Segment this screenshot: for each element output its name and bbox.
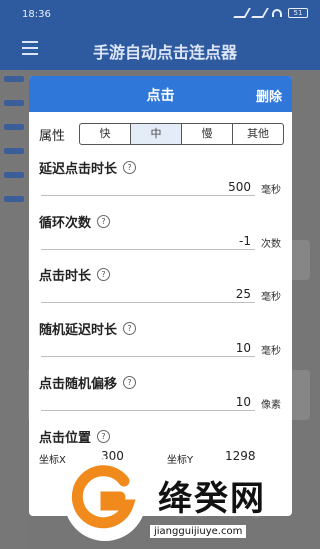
dialog-title: 点击 — [146, 88, 175, 104]
field-label: 循环次数 — [39, 216, 92, 231]
background-side-icons — [0, 70, 28, 549]
attribute-row: 属性 快 中 慢 其他 — [39, 123, 284, 145]
field-label: 点击随机偏移 — [39, 377, 118, 392]
speed-option-medium[interactable]: 中 — [131, 124, 182, 144]
click-duration-input[interactable]: 25 — [41, 285, 255, 303]
field-loop-count: 循环次数? -1 次数 — [39, 212, 287, 250]
random-delay-input[interactable]: 10 — [41, 339, 255, 357]
speed-segmented-control: 快 中 慢 其他 — [79, 123, 284, 145]
help-icon[interactable]: ? — [123, 161, 137, 174]
attribute-label: 属性 — [39, 128, 66, 144]
field-random-delay: 随机延迟时长? 10 毫秒 — [39, 319, 287, 357]
speed-option-slow[interactable]: 慢 — [182, 124, 233, 144]
help-icon[interactable]: ? — [97, 215, 111, 228]
signal-icon-2 — [251, 8, 269, 18]
app-title: 手游自动点击连点器 — [92, 43, 237, 62]
unit-label: 像素 — [261, 400, 281, 411]
unit-label: 毫秒 — [261, 185, 281, 196]
help-icon[interactable]: ? — [97, 268, 111, 281]
field-random-offset: 点击随机偏移? 10 像素 — [39, 373, 287, 411]
watermark-url: jiangguijiuye.com — [150, 525, 247, 538]
speed-option-fast[interactable]: 快 — [80, 124, 131, 144]
watermark: 绛癸网 jiangguijiuye.com — [66, 455, 310, 549]
field-label: 随机延迟时长 — [39, 323, 118, 338]
unit-label: 次数 — [261, 239, 281, 250]
signal-icon — [233, 8, 251, 18]
help-icon[interactable]: ? — [123, 376, 137, 389]
delete-button[interactable]: 删除 — [256, 86, 282, 105]
help-icon[interactable]: ? — [123, 322, 137, 335]
help-icon[interactable]: ? — [97, 430, 111, 443]
watermark-text: 绛癸网 — [158, 479, 266, 519]
unit-label: 毫秒 — [261, 292, 281, 303]
field-click-duration: 点击时长? 25 毫秒 — [39, 265, 287, 303]
field-label: 点击位置 — [39, 431, 92, 446]
dialog-header: 点击 删除 — [29, 76, 292, 112]
loop-count-input[interactable]: -1 — [41, 232, 255, 250]
status-bar: 18:36 51 — [0, 0, 320, 28]
field-click-delay: 延迟点击时长? 500 毫秒 — [39, 158, 287, 196]
wifi-icon — [272, 9, 282, 17]
battery-icon: 51 — [288, 8, 308, 18]
random-offset-input[interactable]: 10 — [41, 393, 255, 411]
coord-x-label: 坐标X — [39, 455, 66, 466]
field-click-position: 点击位置? — [39, 427, 287, 446]
field-label: 点击时长 — [39, 269, 92, 284]
click-settings-dialog: 点击 删除 属性 快 中 慢 其他 延迟点击时长? 500 毫秒 循环次数? -… — [29, 76, 292, 516]
app-bar: 手游自动点击连点器 — [0, 28, 320, 70]
speed-option-other[interactable]: 其他 — [233, 124, 283, 144]
unit-label: 毫秒 — [261, 346, 281, 357]
field-label: 延迟点击时长 — [39, 162, 118, 177]
status-time: 18:36 — [22, 9, 51, 20]
watermark-logo-icon — [66, 461, 144, 539]
click-delay-input[interactable]: 500 — [41, 178, 255, 196]
